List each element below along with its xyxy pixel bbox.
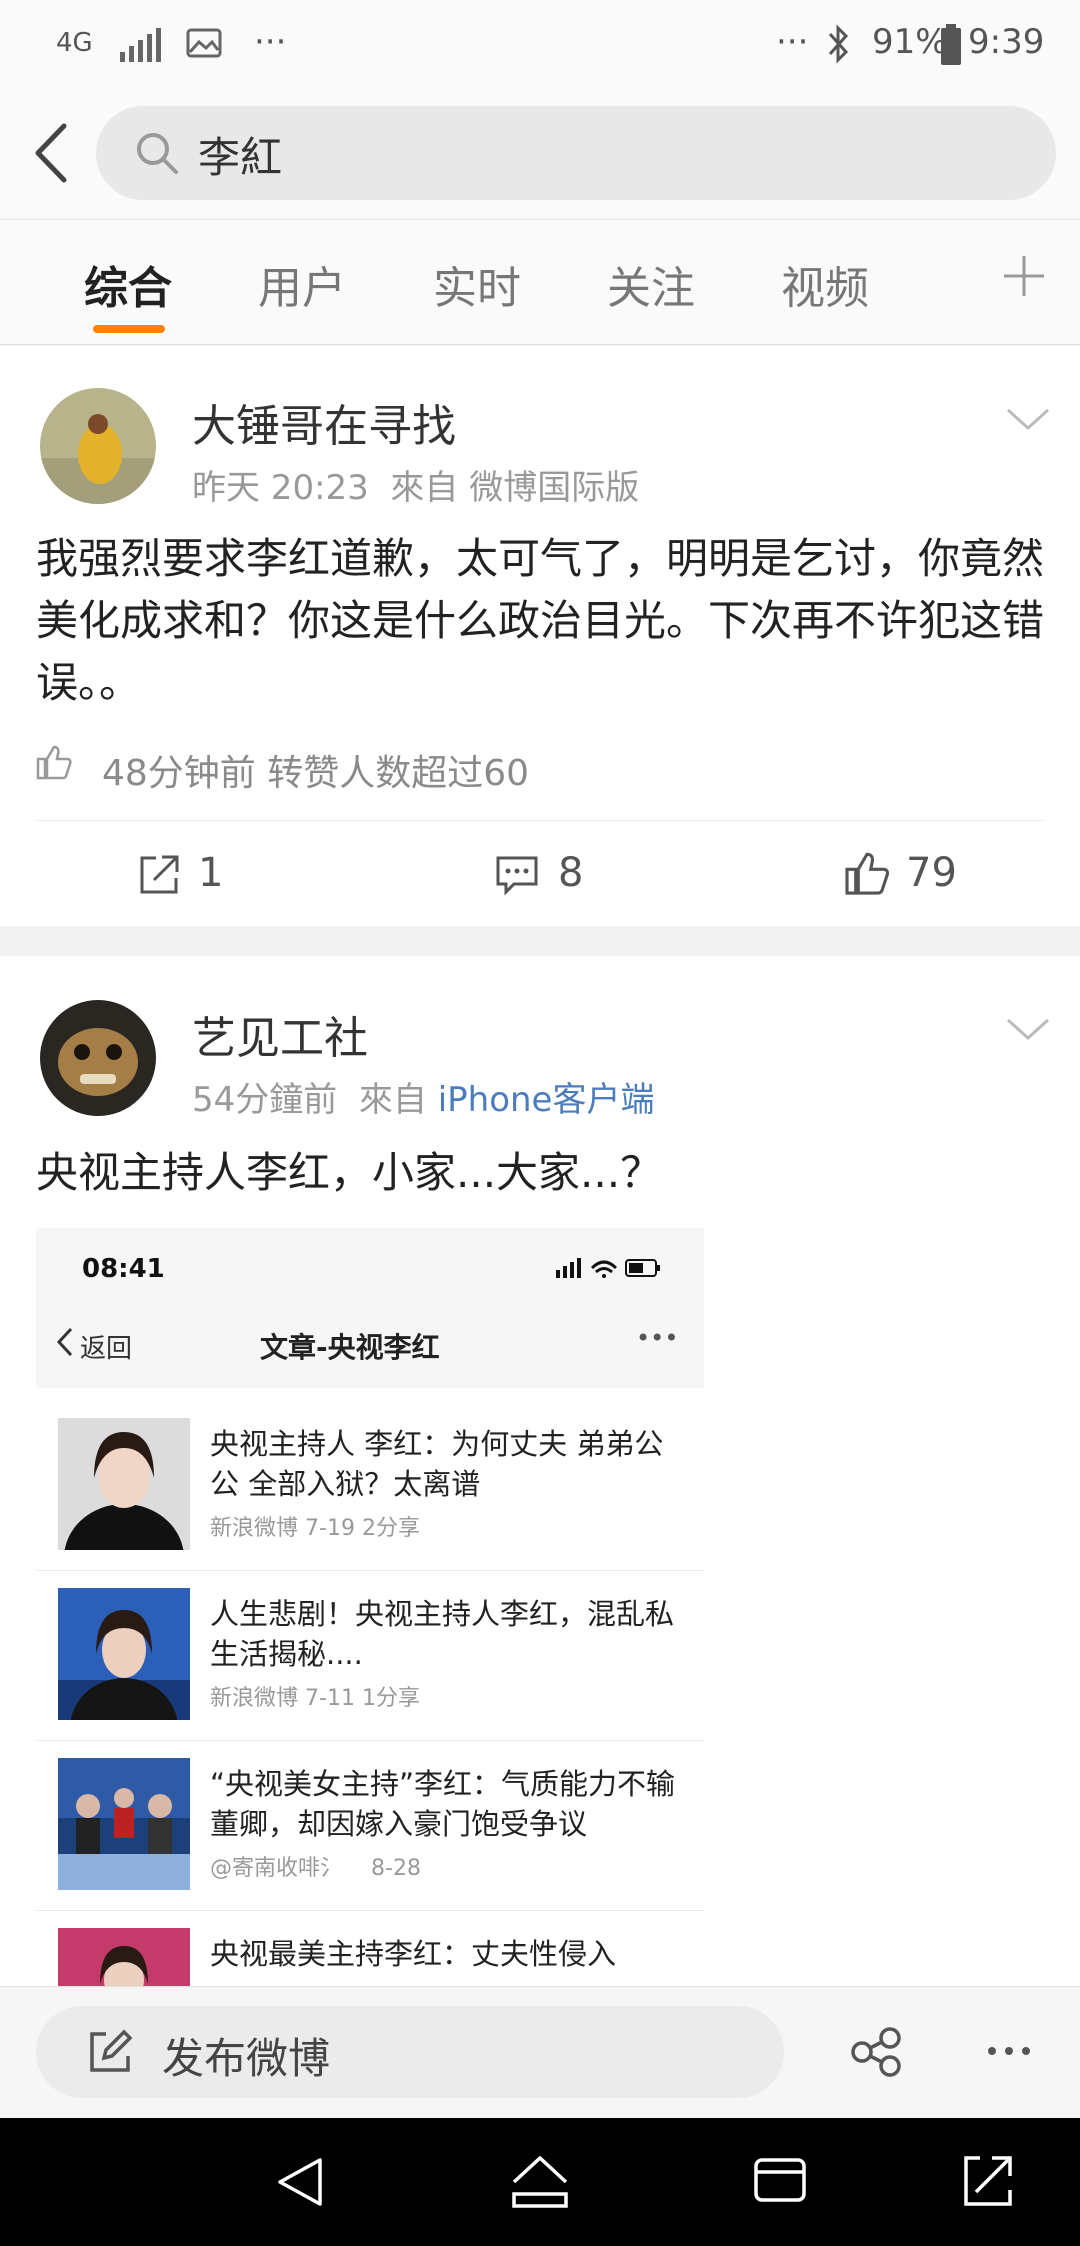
user-avatar-image bbox=[40, 388, 156, 504]
status-bar: 4G ··· ··· 91% 9:39 bbox=[0, 0, 1080, 90]
like-button[interactable]: 79 bbox=[842, 846, 972, 906]
signal-icon bbox=[120, 28, 161, 62]
active-tab-indicator bbox=[93, 325, 165, 333]
article-divider bbox=[36, 1570, 704, 1571]
article-title: 人生悲剧！央视主持人李红，混乱私生活揭秘.... bbox=[210, 1597, 675, 1671]
article-thumbnail bbox=[58, 1928, 190, 1988]
compose-label: 发布微博 bbox=[162, 2034, 331, 2083]
post-meta: 54分鐘前 來自 iPhone客户端 bbox=[192, 1072, 654, 1121]
article-date: 7-19 bbox=[305, 1516, 355, 1541]
nav-back-icon[interactable] bbox=[274, 2156, 326, 2208]
article-meta: @寄南收啡氵 8-28 bbox=[210, 1850, 421, 1882]
embedded-more: ••• bbox=[636, 1324, 679, 1352]
clock: 9:39 bbox=[968, 22, 1045, 62]
post-source[interactable]: iPhone客户端 bbox=[438, 1080, 655, 1120]
article-source: 新浪微博 bbox=[210, 1686, 299, 1711]
back-arrow-icon[interactable] bbox=[24, 118, 80, 188]
article-meta: 新浪微博 7-11 1分享 bbox=[210, 1680, 420, 1712]
repost-button[interactable]: 1 bbox=[130, 848, 240, 904]
repost-count: 1 bbox=[198, 850, 224, 896]
like-count: 79 bbox=[906, 850, 957, 896]
battery-icon bbox=[941, 24, 961, 65]
edit-icon bbox=[90, 2029, 133, 2072]
post-text: 我强烈要求李红道歉，太可气了，明明是乞讨，你竟然美化成求和？你这是什么政治目光。… bbox=[36, 534, 1045, 707]
compose-button[interactable] bbox=[36, 2006, 784, 2098]
post-time: 54分鐘前 bbox=[192, 1080, 338, 1120]
user-avatar-image bbox=[40, 1000, 156, 1116]
username[interactable]: 艺见工社 bbox=[192, 1002, 368, 1066]
status-more-right: ··· bbox=[776, 22, 809, 62]
search-query[interactable]: 李紅 bbox=[198, 124, 282, 185]
embedded-time: 08:41 bbox=[82, 1254, 165, 1284]
chevron-down-icon[interactable] bbox=[1004, 404, 1052, 434]
embedded-title: 文章-央视李红 bbox=[260, 1331, 440, 1364]
article-meta: 新浪微博 7-19 2分享 bbox=[210, 1510, 420, 1542]
embedded-back-icon bbox=[56, 1327, 73, 1357]
article-source: @寄南收啡氵 bbox=[210, 1856, 343, 1881]
post-time: 昨天 20:23 bbox=[192, 468, 369, 508]
article-shares: 2分享 bbox=[361, 1516, 420, 1541]
more-icon[interactable] bbox=[986, 2044, 1032, 2058]
article-thumbnail bbox=[58, 1588, 190, 1720]
article-divider bbox=[36, 1740, 704, 1741]
embedded-status-icons bbox=[556, 1258, 660, 1278]
like-hint-text: 48分钟前 转赞人数超过60 bbox=[102, 753, 530, 794]
battery-percent: 91% bbox=[872, 22, 948, 62]
tab-realtime[interactable]: 实时 bbox=[433, 252, 521, 316]
image-notification-icon bbox=[186, 28, 222, 58]
article-thumbnail bbox=[58, 1418, 190, 1550]
nav-expand-icon[interactable] bbox=[962, 2152, 1014, 2208]
tab-video[interactable]: 视频 bbox=[781, 252, 869, 316]
post-image[interactable]: 08:41 返回 文章-央视李红 ••• 央视主持人 李红：为何丈夫 弟弟公公 … bbox=[36, 1228, 704, 1988]
card-divider bbox=[36, 820, 1044, 821]
nav-home-icon[interactable] bbox=[510, 2154, 570, 2210]
add-tab-icon[interactable] bbox=[994, 246, 1054, 306]
article-thumbnail bbox=[58, 1758, 190, 1890]
article-date: 8-28 bbox=[371, 1856, 421, 1881]
source-prefix: 來自 bbox=[358, 1080, 427, 1120]
source-prefix: 來自 bbox=[390, 468, 459, 508]
article-source: 新浪微博 bbox=[210, 1516, 299, 1541]
network-type: 4G bbox=[56, 28, 93, 58]
share-icon[interactable] bbox=[848, 2024, 904, 2080]
comment-button[interactable]: 8 bbox=[494, 848, 604, 904]
article-shares: 1分享 bbox=[361, 1686, 420, 1711]
bluetooth-icon bbox=[828, 24, 849, 64]
article-title: “央视美女主持”李红：气质能力不输董卿，却因嫁入豪门饱受争议 bbox=[210, 1767, 676, 1841]
post-source: 微博国际版 bbox=[469, 468, 640, 508]
article-date: 7-11 bbox=[305, 1686, 355, 1711]
comment-count: 8 bbox=[558, 850, 584, 896]
nav-recents-icon[interactable] bbox=[752, 2156, 808, 2204]
search-icon bbox=[137, 133, 178, 174]
status-more-left: ··· bbox=[254, 22, 287, 62]
like-hint-icon bbox=[36, 745, 72, 780]
article-title: 央视最美主持李红：丈夫性侵入 bbox=[210, 1937, 617, 1971]
avatar[interactable] bbox=[40, 1000, 156, 1116]
username[interactable]: 大锤哥在寻找 bbox=[192, 390, 456, 454]
chevron-down-icon[interactable] bbox=[1004, 1014, 1052, 1044]
like-icon bbox=[845, 852, 890, 895]
tab-following[interactable]: 关注 bbox=[607, 252, 695, 316]
embedded-back-label: 返回 bbox=[80, 1334, 133, 1364]
comment-icon bbox=[496, 856, 538, 896]
tab-comprehensive[interactable]: 综合 bbox=[84, 252, 172, 316]
article-divider bbox=[36, 1910, 704, 1911]
post-meta: 昨天 20:23 來自 微博国际版 bbox=[192, 460, 639, 509]
post-text: 央视主持人李红，小家...大家...？ bbox=[36, 1148, 663, 1197]
tab-users[interactable]: 用户 bbox=[258, 252, 346, 316]
avatar[interactable] bbox=[40, 388, 156, 504]
article-title: 央视主持人 李红：为何丈夫 弟弟公公 全部入狱？太离谱 bbox=[210, 1427, 664, 1501]
repost-icon bbox=[140, 855, 179, 894]
